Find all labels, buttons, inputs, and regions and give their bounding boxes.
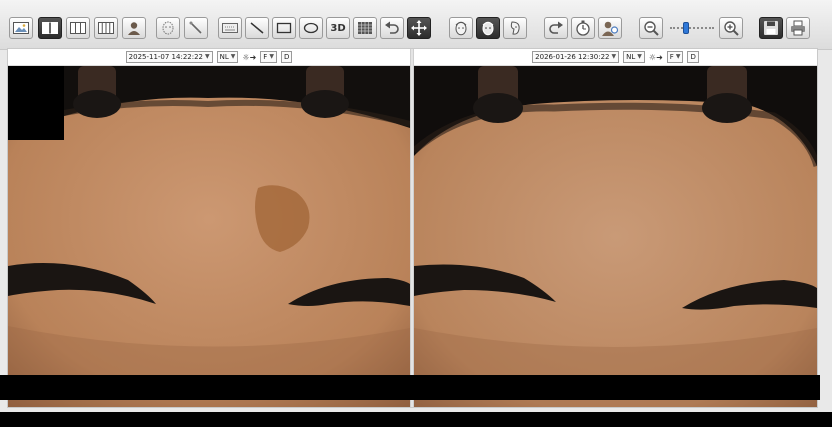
right-forehead-photo[interactable] — [414, 66, 817, 407]
light-direction-icon: ☼➜ — [242, 52, 257, 62]
chevron-down-icon: ▼ — [611, 53, 617, 60]
chevron-down-icon: ▼ — [675, 53, 681, 60]
left-mode-select[interactable]: NL ▼ — [216, 51, 239, 63]
face-side-button[interactable] — [503, 17, 527, 39]
keyboard-icon — [222, 22, 238, 34]
three-pane-layout-icon — [70, 22, 86, 34]
ellipse-tool-icon — [303, 22, 319, 34]
doctor-icon — [601, 20, 619, 36]
chevron-down-icon: ▼ — [269, 53, 274, 60]
right-light-toggle[interactable]: ☼➜ — [649, 53, 663, 62]
undo-icon — [384, 21, 400, 35]
face-outline-button[interactable] — [156, 17, 180, 39]
right-mode-value: NL — [626, 53, 636, 61]
zoom-slider-thumb[interactable] — [683, 22, 690, 34]
save-icon — [763, 20, 779, 36]
left-date-value: 2025-11-07 14:22:22 — [128, 53, 204, 61]
right-view-select[interactable]: F ▼ — [666, 51, 684, 63]
light-direction-icon: ☼➜ — [648, 52, 663, 62]
chevron-down-icon: ▼ — [205, 53, 210, 60]
chevron-down-icon: ▼ — [230, 53, 236, 60]
face-front-button[interactable] — [449, 17, 473, 39]
line-tool-button[interactable] — [245, 17, 269, 39]
move-icon — [411, 20, 427, 36]
ellipse-tool-button[interactable] — [299, 17, 323, 39]
right-date-select[interactable]: 2026-01-26 12:30:22 ▼ — [532, 51, 620, 63]
redaction-box — [8, 66, 64, 140]
move-button[interactable] — [407, 17, 431, 39]
app-window: 3D 2025-11-07 14:22:22 ▼ NL ▼ ☼➜ F ▼ D 2… — [0, 0, 832, 427]
face-front-icon — [453, 20, 469, 36]
left-mode-value: NL — [219, 53, 229, 61]
grid-button[interactable] — [353, 17, 377, 39]
two-pane-layout-icon — [42, 22, 58, 34]
undo-button[interactable] — [380, 17, 404, 39]
left-view-value: F — [263, 53, 268, 61]
right-flag-button[interactable]: D — [687, 51, 699, 63]
3d-icon: 3D — [330, 22, 346, 34]
wand-icon — [188, 21, 204, 35]
face-active-button[interactable] — [476, 17, 500, 39]
left-forehead-photo[interactable] — [8, 66, 410, 407]
right-pane-header: 2026-01-26 12:30:22 ▼ NL ▼ ☼➜ F ▼ D — [414, 49, 817, 66]
print-button[interactable] — [786, 17, 810, 39]
three-pane-layout-button[interactable] — [66, 17, 90, 39]
timer-icon — [575, 20, 591, 36]
redo-icon — [548, 21, 564, 35]
zoom-out-icon — [643, 20, 659, 36]
patient-icon — [126, 21, 142, 35]
timer-button[interactable] — [571, 17, 595, 39]
face-active-icon — [480, 20, 496, 36]
3d-button[interactable]: 3D — [326, 17, 350, 39]
right-date-value: 2026-01-26 12:30:22 — [535, 53, 610, 61]
rectangle-tool-button[interactable] — [272, 17, 296, 39]
left-image-pane: 2025-11-07 14:22:22 ▼ NL ▼ ☼➜ F ▼ D — [8, 49, 410, 407]
chevron-down-icon: ▼ — [637, 53, 642, 60]
four-pane-layout-button[interactable] — [94, 17, 118, 39]
left-flag-value: D — [283, 53, 290, 61]
left-flag-button[interactable]: D — [280, 51, 293, 63]
right-view-value: F — [669, 53, 674, 61]
print-icon — [790, 20, 806, 36]
image-icon — [13, 22, 29, 34]
right-image-pane: 2026-01-26 12:30:22 ▼ NL ▼ ☼➜ F ▼ D — [414, 49, 817, 407]
patient-button[interactable] — [122, 17, 146, 39]
redo-button[interactable] — [544, 17, 568, 39]
save-button[interactable] — [759, 17, 783, 39]
rectangle-tool-icon — [276, 22, 292, 34]
keyboard-button[interactable] — [218, 17, 242, 39]
left-date-select[interactable]: 2025-11-07 14:22:22 ▼ — [125, 51, 213, 63]
two-pane-layout-button[interactable] — [38, 17, 62, 39]
wand-button[interactable] — [184, 17, 208, 39]
doctor-button[interactable] — [598, 17, 622, 39]
zoom-in-icon — [723, 20, 739, 36]
left-view-select[interactable]: F ▼ — [260, 51, 277, 63]
right-flag-value: D — [690, 53, 696, 61]
redaction-footer — [0, 412, 832, 427]
image-button[interactable] — [9, 17, 33, 39]
face-side-icon — [507, 20, 523, 36]
toolbar: 3D — [0, 0, 832, 50]
right-mode-select[interactable]: NL ▼ — [623, 51, 645, 63]
zoom-slider[interactable] — [670, 20, 714, 36]
left-pane-header: 2025-11-07 14:22:22 ▼ NL ▼ ☼➜ F ▼ D — [8, 49, 410, 66]
four-pane-layout-icon — [98, 22, 114, 34]
zoom-out-button[interactable] — [639, 17, 663, 39]
left-light-toggle[interactable]: ☼➜ — [242, 53, 256, 62]
zoom-in-button[interactable] — [719, 17, 743, 39]
grid-icon — [357, 21, 373, 35]
line-tool-icon — [249, 21, 265, 35]
redaction-bar — [0, 375, 820, 400]
zoom-slider-track — [670, 27, 714, 29]
image-viewer: 2025-11-07 14:22:22 ▼ NL ▼ ☼➜ F ▼ D 2026… — [7, 48, 818, 408]
face-outline-icon — [160, 21, 176, 35]
